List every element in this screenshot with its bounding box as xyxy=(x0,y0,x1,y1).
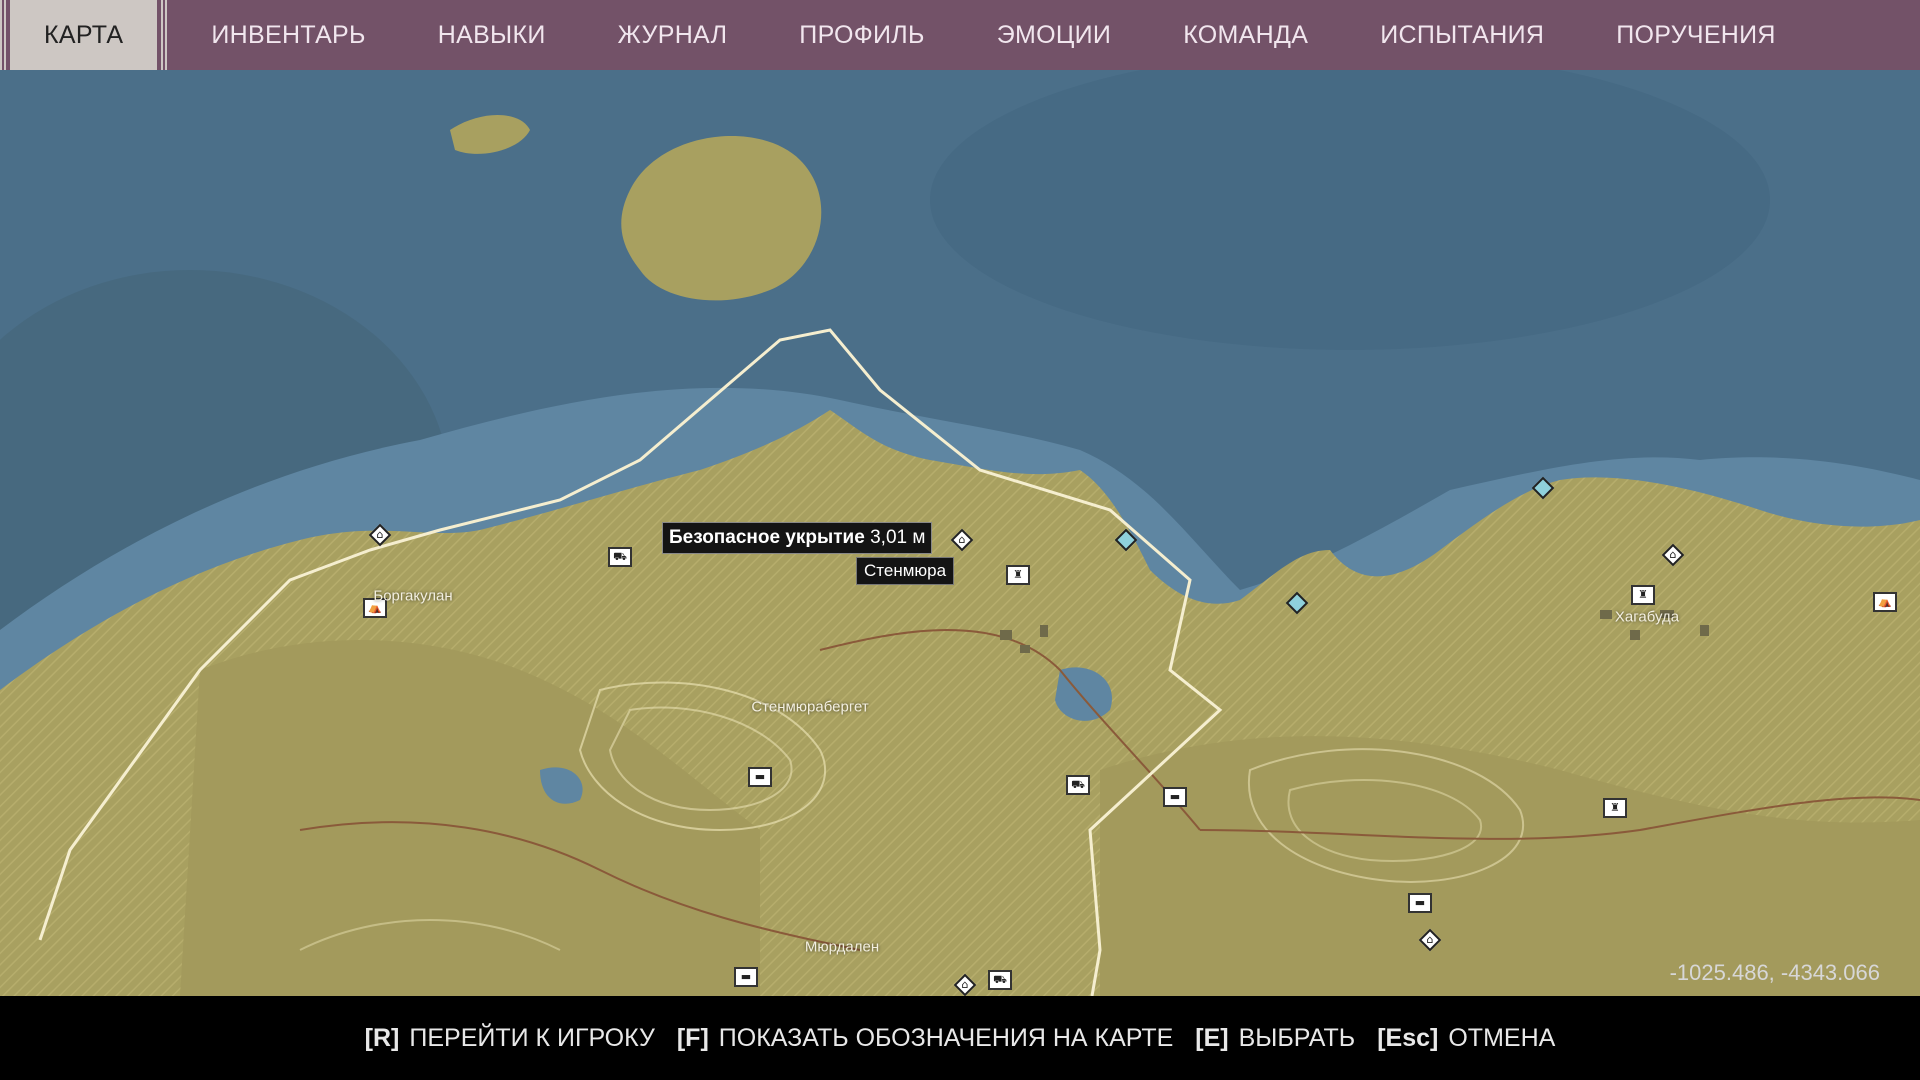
tab-divider xyxy=(161,0,168,70)
top-navigation: КАРТА ИНВЕНТАРЬ НАВЫКИ ЖУРНАЛ ПРОФИЛЬ ЭМ… xyxy=(0,0,1920,70)
tab-journal[interactable]: ЖУРНАЛ xyxy=(582,0,764,70)
factory-icon[interactable]: ♜ xyxy=(1603,798,1627,818)
place-label: Мюрдален xyxy=(804,938,880,956)
key-label: [R] xyxy=(364,1023,400,1052)
safehouse-marker[interactable]: ⌂ xyxy=(1661,543,1685,567)
safehouse-marker[interactable]: ⌂ xyxy=(1418,928,1442,952)
water-point-marker[interactable] xyxy=(1114,528,1138,552)
hint-bar: [R] ПЕРЕЙТИ К ИГРОКУ [F] ПОКАЗАТЬ ОБОЗНАЧЕ… xyxy=(0,996,1920,1080)
tab-assignments[interactable]: ПОРУЧЕНИЯ xyxy=(1580,0,1812,70)
tab-map[interactable]: КАРТА xyxy=(10,0,158,70)
vehicle-icon[interactable]: ⛟ xyxy=(1066,775,1090,795)
place-label: Боргакулан xyxy=(373,587,453,605)
camp-icon[interactable]: ⛺ xyxy=(1873,592,1897,612)
place-label: Стенмюрабергет xyxy=(751,698,869,716)
roadblock-icon[interactable]: ▬ xyxy=(734,967,758,987)
hint-label: ОТМЕНА xyxy=(1448,1023,1556,1052)
factory-icon[interactable]: ♜ xyxy=(1631,585,1655,605)
game-screen: КАРТА ИНВЕНТАРЬ НАВЫКИ ЖУРНАЛ ПРОФИЛЬ ЭМ… xyxy=(0,0,1920,1080)
hint-cancel[interactable]: [Esc] ОТМЕНА xyxy=(1377,1024,1555,1053)
hint-label: ПОКАЗАТЬ ОБОЗНАЧЕНИЯ НА КАРТЕ xyxy=(718,1023,1174,1052)
hint-label: ПЕРЕЙТИ К ИГРОКУ xyxy=(409,1023,655,1052)
tab-emotions[interactable]: ЭМОЦИИ xyxy=(961,0,1147,70)
place-label: Хагабуда xyxy=(1614,608,1680,626)
key-label: [E] xyxy=(1195,1023,1229,1052)
roadblock-icon[interactable]: ▬ xyxy=(1163,787,1187,807)
safehouse-marker[interactable]: ⌂ xyxy=(368,523,392,547)
tab-inventory[interactable]: ИНВЕНТАРЬ xyxy=(175,0,401,70)
cursor-coordinates: -1025.486, -4343.066 xyxy=(1669,960,1880,985)
house-icon: ⌂ xyxy=(1669,548,1677,561)
water-point-marker[interactable] xyxy=(1285,591,1309,615)
key-label: [Esc] xyxy=(1377,1023,1439,1052)
vehicle-icon[interactable]: ⛟ xyxy=(608,547,632,567)
vehicle-icon[interactable]: ⛟ xyxy=(988,970,1012,990)
tab-profile[interactable]: ПРОФИЛЬ xyxy=(763,0,960,70)
house-icon: ⌂ xyxy=(1426,933,1434,946)
tab-skills[interactable]: НАВЫКИ xyxy=(402,0,582,70)
key-label: [F] xyxy=(676,1023,709,1052)
house-icon: ⌂ xyxy=(376,528,384,541)
hint-select[interactable]: [E] ВЫБРАТЬ xyxy=(1195,1024,1355,1053)
hint-goto-player[interactable]: [R] ПЕРЕЙТИ К ИГРОКУ xyxy=(365,1024,655,1053)
hint-label: ВЫБРАТЬ xyxy=(1238,1023,1356,1052)
tooltip-title: Безопасное укрытие xyxy=(669,527,865,548)
roadblock-icon[interactable]: ▬ xyxy=(748,767,772,787)
house-icon: ⌂ xyxy=(961,978,969,991)
safehouse-marker[interactable]: ⌂ xyxy=(953,973,977,996)
roadblock-icon[interactable]: ▬ xyxy=(1408,893,1432,913)
world-map[interactable]: ⌂ ⌂ ⌂ ⌂ ⌂ ⛟ ⛟ ⛟ ▬ ▬ ▬ ▬ ⛺ ⛺ ♜ ♜ ♜ 1 Борг… xyxy=(0,70,1920,996)
tooltip-distance: 3,01 м xyxy=(870,527,926,548)
map-tooltip: Безопасное укрытие 3,01 м xyxy=(662,522,933,554)
water-point-marker[interactable] xyxy=(1531,476,1555,500)
house-icon: ⌂ xyxy=(958,533,966,546)
factory-icon[interactable]: ♜ xyxy=(1006,565,1030,585)
tab-team[interactable]: КОМАНДА xyxy=(1147,0,1344,70)
location-tooltip: Стенмюра xyxy=(856,557,955,585)
tab-divider xyxy=(0,0,6,70)
hint-show-legend[interactable]: [F] ПОКАЗАТЬ ОБОЗНАЧЕНИЯ НА КАРТЕ xyxy=(677,1024,1173,1053)
safehouse-marker[interactable]: ⌂ xyxy=(950,528,974,552)
tab-challenges[interactable]: ИСПЫТАНИЯ xyxy=(1344,0,1580,70)
